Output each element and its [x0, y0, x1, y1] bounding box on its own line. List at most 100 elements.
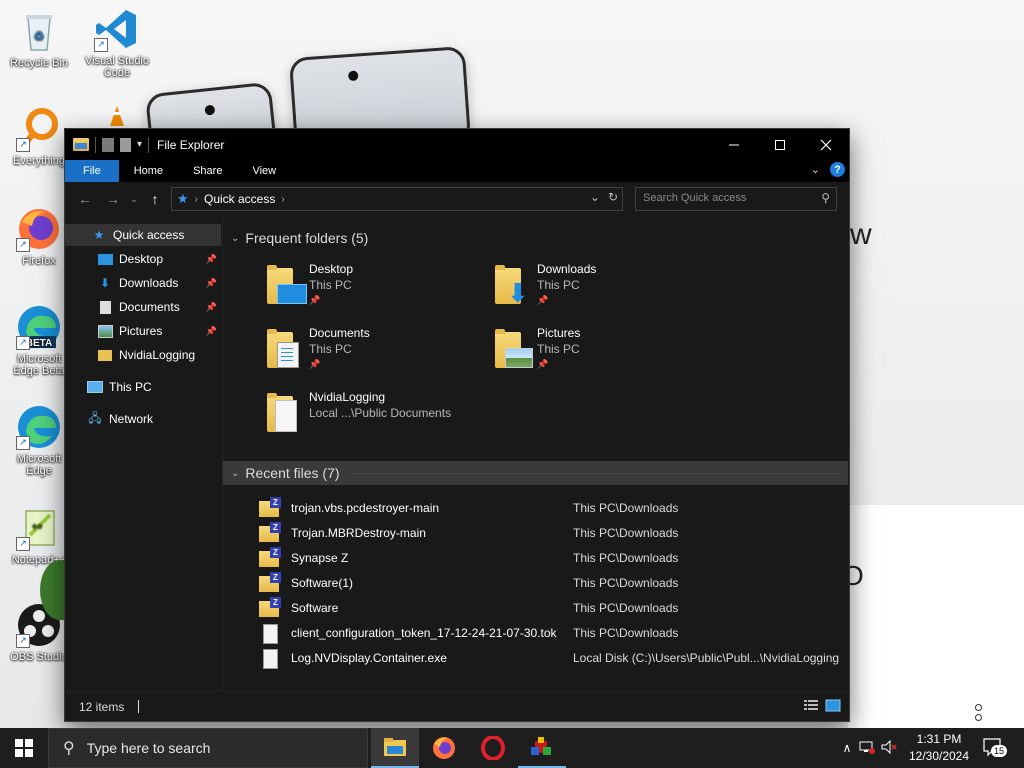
pin-icon[interactable]: 📌	[206, 326, 217, 337]
volume-muted-icon[interactable]	[878, 739, 900, 757]
customize-toolbar-chevron-icon[interactable]: ▾	[137, 139, 142, 150]
file-name: Trojan.MBRDestroy-main	[291, 526, 426, 540]
taskbar-clock[interactable]: 1:31 PM 12/30/2024	[904, 731, 974, 765]
refresh-icon[interactable]: ↻	[608, 190, 618, 204]
recent-file-row[interactable]: Log.NVDisplay.Container.exe Local Disk (…	[223, 645, 848, 670]
folder-tile-nvidialogging[interactable]: NvidiaLogging Local ...\Public Documents	[265, 390, 505, 446]
start-button[interactable]	[0, 728, 48, 768]
sidebar-item-documents[interactable]: Documents 📌	[65, 296, 221, 318]
edge-icon: ↗	[16, 404, 62, 450]
address-bar[interactable]: ★ › Quick access › ⌄ ↻	[171, 187, 623, 211]
file-explorer-window[interactable]: ▾ File Explorer File Home Share View ⌄ ?…	[64, 128, 850, 722]
frequent-folders-header[interactable]: ⌄ Frequent folders (5)	[223, 226, 848, 250]
back-arrow-icon[interactable]: ←	[71, 191, 99, 207]
file-name: trojan.vbs.pcdestroyer-main	[291, 501, 440, 515]
tab-view[interactable]: View	[237, 160, 291, 182]
sidebar-item-downloads[interactable]: ⬇ Downloads 📌	[65, 272, 221, 294]
search-input[interactable]	[636, 188, 813, 208]
desktop-icon-recycle-bin[interactable]: ♻ Recycle Bin	[3, 8, 75, 69]
content-pane: ⌄ Frequent folders (5) Desktop This PC 📌…	[223, 216, 848, 691]
collapse-chevron-icon[interactable]: ⌄	[231, 233, 239, 244]
folder-with-file-icon	[265, 393, 305, 434]
taskbar-search-input[interactable]	[84, 739, 349, 757]
wallpaper-dots-icon	[975, 704, 982, 724]
action-center-button[interactable]: 15	[982, 736, 1008, 758]
pin-icon[interactable]: 📌	[206, 254, 217, 265]
folder-name: Desktop	[309, 262, 354, 276]
search-icon: ⚲	[821, 191, 830, 205]
recent-file-row[interactable]: Software(1) This PC\Downloads	[223, 570, 848, 595]
desktop-icon-label: Microsoft Edge Beta	[13, 353, 65, 377]
pin-icon[interactable]: 📌	[206, 278, 217, 289]
recent-file-row[interactable]: Trojan.MBRDestroy-main This PC\Downloads	[223, 520, 848, 545]
close-button[interactable]	[803, 129, 849, 160]
pin-icon[interactable]: 📌	[206, 302, 217, 313]
file-path: This PC\Downloads	[573, 551, 679, 565]
recent-file-row[interactable]: Synapse Z This PC\Downloads	[223, 545, 848, 570]
properties-icon[interactable]	[102, 137, 114, 152]
collapse-chevron-icon[interactable]: ⌄	[231, 468, 239, 479]
everything-search-icon: ↗	[16, 106, 62, 152]
recent-file-row[interactable]: trojan.vbs.pcdestroyer-main This PC\Down…	[223, 495, 848, 520]
sidebar-item-nvidialogging[interactable]: NvidiaLogging	[65, 344, 221, 366]
tab-share[interactable]: Share	[178, 160, 237, 182]
windows-logo-icon	[15, 739, 33, 757]
minimize-button[interactable]	[711, 129, 757, 160]
taskbar-firefox[interactable]	[420, 728, 468, 768]
taskbar-paint[interactable]	[518, 728, 566, 768]
network-icon: 🖧	[88, 410, 102, 425]
sidebar-item-desktop[interactable]: Desktop 📌	[65, 248, 221, 270]
recent-files-header[interactable]: ⌄ Recent files (7)	[223, 461, 848, 485]
folder-name: Documents	[309, 326, 370, 340]
recent-locations-chevron-icon[interactable]: ⌄	[127, 194, 141, 205]
wallpaper-text-1: w	[850, 218, 874, 251]
sidebar-item-network[interactable]: 🖧 Network	[65, 408, 221, 430]
large-icons-view-icon[interactable]	[825, 699, 841, 712]
folder-location: This PC	[537, 278, 580, 292]
desktop-icon-vscode[interactable]: ↗ Visual Studio Code	[81, 6, 153, 79]
tab-file[interactable]: File	[65, 160, 119, 182]
maximize-button[interactable]	[757, 129, 803, 160]
sidebar-item-quick-access[interactable]: ★ Quick access	[65, 224, 221, 246]
search-box[interactable]: ⚲	[635, 187, 837, 211]
taskbar-file-explorer[interactable]	[371, 728, 419, 768]
taskbar-opera[interactable]	[469, 728, 517, 768]
folder-tile-desktop[interactable]: Desktop This PC 📌	[265, 262, 485, 318]
sidebar-item-this-pc[interactable]: This PC	[65, 376, 221, 398]
expand-ribbon-chevron-icon[interactable]: ⌄	[811, 163, 820, 176]
details-view-icon[interactable]	[803, 699, 819, 712]
zip-folder-icon	[259, 522, 281, 542]
desktop-folder-icon	[265, 265, 307, 306]
recent-file-row[interactable]: client_configuration_token_17-12-24-21-0…	[223, 620, 848, 645]
computer-icon	[87, 380, 103, 394]
breadcrumb-chevron-icon[interactable]: ›	[281, 194, 284, 205]
forward-arrow-icon[interactable]: →	[99, 191, 127, 207]
sidebar-item-label: NvidiaLogging	[119, 348, 196, 362]
sidebar-item-pictures[interactable]: Pictures 📌	[65, 320, 221, 342]
address-history-chevron-icon[interactable]: ⌄	[590, 190, 600, 204]
status-divider	[138, 700, 140, 713]
breadcrumb-quick-access[interactable]: Quick access	[204, 192, 275, 206]
show-hidden-icons-chevron-icon[interactable]: ∧	[838, 741, 856, 755]
recycle-bin-icon: ♻	[16, 8, 62, 54]
desktop-folder-icon	[97, 252, 113, 266]
taskbar-search-box[interactable]: ⚲	[48, 728, 368, 768]
folder-tile-pictures[interactable]: Pictures This PC 📌	[493, 326, 713, 382]
group-title: Recent files (7)	[245, 465, 340, 481]
tab-home[interactable]: Home	[119, 160, 178, 182]
title-bar[interactable]: ▾ File Explorer	[65, 129, 849, 160]
pin-icon: 📌	[537, 295, 549, 305]
toolbar-divider	[148, 136, 150, 153]
folder-tile-documents[interactable]: Documents This PC 📌	[265, 326, 485, 382]
file-path: This PC\Downloads	[573, 626, 679, 640]
breadcrumb-chevron-icon[interactable]: ›	[195, 194, 198, 205]
pin-icon: 📌	[309, 359, 321, 369]
network-status-icon[interactable]	[856, 740, 878, 757]
up-arrow-icon[interactable]: ↑	[141, 191, 169, 207]
new-folder-icon[interactable]	[120, 137, 131, 152]
help-icon[interactable]: ?	[830, 162, 845, 177]
folder-tile-downloads[interactable]: ⬇ Downloads This PC 📌	[493, 262, 713, 318]
recent-file-row[interactable]: Software This PC\Downloads	[223, 595, 848, 620]
star-icon: ★	[93, 228, 105, 242]
sidebar-item-label: This PC	[109, 380, 152, 394]
